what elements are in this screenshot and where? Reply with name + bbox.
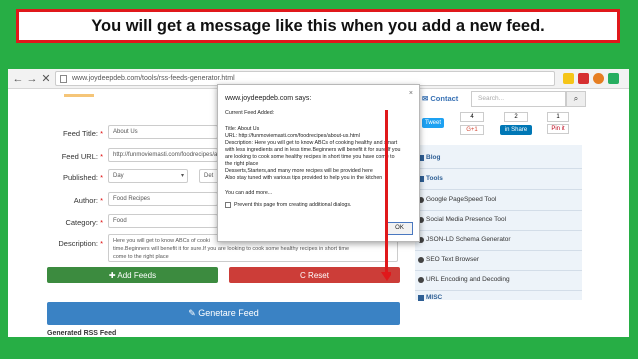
extension-icon[interactable] — [593, 73, 604, 84]
instruction-banner: You will get a message like this when yo… — [16, 9, 620, 43]
page-icon — [60, 75, 67, 83]
category-label: Category: * — [65, 218, 103, 227]
dialog-line: URL: http://funmoviemasti.com/foodrecipe… — [225, 133, 360, 139]
gplus-button[interactable]: G+1 — [460, 125, 484, 135]
annotation-arrow — [385, 110, 388, 278]
sidebar-blog-label: Blog — [426, 154, 441, 161]
checkbox-box[interactable] — [225, 202, 231, 208]
published-label: Published: * — [62, 173, 103, 182]
contact-label: Contact — [430, 94, 459, 103]
published-day-select[interactable]: Day ▾ — [108, 169, 188, 183]
generated-feed-heading: Generated RSS Feed — [47, 330, 117, 337]
dialog-line: the right place — [225, 161, 259, 167]
browser-screenshot: ← → ✕ www.joydeepdeb.com/tools/rss-feeds… — [8, 69, 629, 337]
dialog-line: Description: Here you will get to know A… — [225, 140, 398, 146]
description-label: Description: * — [58, 239, 103, 248]
tweet-button[interactable]: Tweet — [422, 118, 444, 128]
divider — [415, 230, 582, 231]
sidebar-misc-label: MISC — [426, 294, 443, 301]
linkedin-count: 2 — [504, 112, 528, 122]
sidebar-item-label: JSON-LD Schema Generator — [426, 236, 511, 243]
tool-icon — [418, 256, 424, 263]
reset-button[interactable]: C Reset — [229, 267, 400, 283]
sidebar-item-url-encoding[interactable]: URL Encoding and Decoding — [418, 276, 510, 283]
arrow-head-icon — [381, 272, 391, 281]
feed-url-label: Feed URL: * — [61, 152, 103, 161]
feed-title-input[interactable]: About Us — [108, 125, 218, 139]
dialog-line: with less ingredients and in less time.B… — [225, 147, 401, 153]
misc-icon — [418, 294, 424, 301]
checkbox-label: Prevent this page from creating addition… — [234, 202, 352, 208]
divider — [415, 210, 582, 211]
add-feeds-button[interactable]: ✚ Add Feeds — [47, 267, 218, 283]
tool-icon — [418, 276, 424, 283]
ok-button[interactable]: OK — [386, 222, 413, 235]
author-label: Author: * — [73, 196, 103, 205]
sidebar-item-label: URL Encoding and Decoding — [426, 276, 510, 283]
sidebar-item-jsonld[interactable]: JSON-LD Schema Generator — [418, 236, 511, 243]
sidebar-item-seo-text[interactable]: SEO Text Browser — [418, 256, 479, 263]
search-input[interactable]: Search... — [471, 91, 566, 107]
contact-link[interactable]: ✉ Contact — [422, 94, 458, 103]
sidebar-item-label: Social Media Presence Tool — [426, 216, 507, 223]
dialog-line: You can add more... — [225, 190, 273, 196]
dialog-line: Title: About Us — [225, 126, 260, 132]
sidebar-tools-label: Tools — [426, 175, 443, 182]
prevent-dialogs-checkbox[interactable]: Prevent this page from creating addition… — [225, 202, 351, 208]
stop-button[interactable]: ✕ — [39, 72, 53, 86]
divider — [415, 270, 582, 271]
generate-feed-button[interactable]: ✎ Genetare Feed — [47, 302, 400, 325]
sidebar-item-pagespeed[interactable]: Google PageSpeed Tool — [418, 196, 496, 203]
dialog-title: www.joydeepdeb.com says: — [225, 95, 312, 102]
feed-url-input[interactable]: http://funmoviemasti.com/foodrecipes/ab — [108, 148, 218, 162]
address-text: www.joydeepdeb.com/tools/rss-feeds-gener… — [72, 75, 235, 82]
extension-icon[interactable] — [608, 73, 619, 84]
sidebar-item-label: SEO Text Browser — [426, 256, 479, 263]
forward-button[interactable]: → — [25, 72, 39, 86]
category-input[interactable]: Food — [108, 214, 218, 228]
alert-dialog: www.joydeepdeb.com says: × Current Feed … — [217, 84, 420, 242]
sidebar-item-social[interactable]: Social Media Presence Tool — [418, 216, 506, 223]
banner-text: You will get a message like this when yo… — [91, 16, 545, 35]
pinit-count: 1 — [547, 112, 569, 122]
author-input[interactable]: Food Recipes — [108, 192, 218, 206]
dialog-line: Also stay tuned with various tips provid… — [225, 175, 383, 181]
published-date-select[interactable]: Det — [199, 169, 219, 183]
divider — [415, 168, 582, 169]
search-icon[interactable]: ⌕ — [566, 91, 586, 107]
feed-title-label: Feed Title: * — [62, 129, 103, 138]
linkedin-share-button[interactable]: in Share — [500, 125, 532, 135]
dialog-line: Desserts,Starters,and many more recipes … — [225, 168, 373, 174]
gplus-count: 4 — [460, 112, 484, 122]
star-icon[interactable] — [563, 73, 574, 84]
description-line: come to the right place — [113, 254, 169, 260]
divider — [415, 250, 582, 251]
sidebar-blog[interactable]: Blog — [418, 154, 440, 161]
dialog-line: Current Feed Added: — [225, 110, 275, 116]
sidebar-item-label: Google PageSpeed Tool — [426, 196, 497, 203]
site-logo[interactable]: ▬▬▬ — [64, 89, 94, 100]
close-icon[interactable]: × — [409, 90, 413, 97]
sidebar: Blog Tools Google PageSpeed Tool Social … — [415, 145, 582, 301]
sidebar-tools[interactable]: Tools — [418, 175, 443, 182]
extension-icon[interactable] — [578, 73, 589, 84]
sidebar-misc[interactable]: MISC — [418, 294, 442, 301]
back-button[interactable]: ← — [11, 72, 25, 86]
dialog-line: are looking to cook some healthy recipes… — [225, 154, 395, 160]
description-line: time.Beginners will benefit it for sure.… — [113, 246, 350, 252]
pinit-button[interactable]: Pin it — [547, 124, 569, 134]
divider — [415, 189, 582, 190]
divider — [415, 290, 582, 291]
